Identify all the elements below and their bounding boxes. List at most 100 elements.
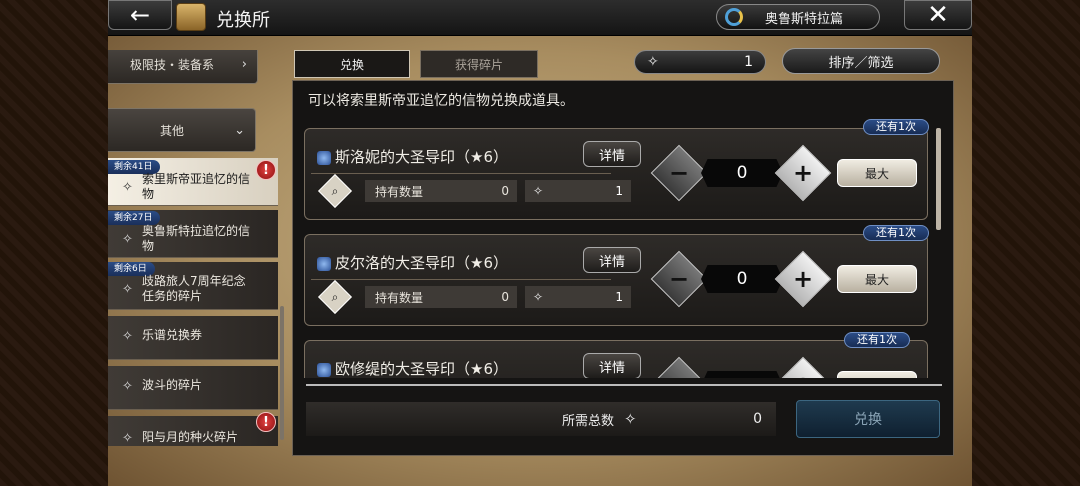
minus-icon: − xyxy=(669,371,689,378)
max-button[interactable] xyxy=(837,371,917,378)
close-button[interactable]: ✕ xyxy=(904,0,972,30)
remaining-badge: 还有1次 xyxy=(863,119,929,135)
chevron-down-icon: ⌄ xyxy=(234,122,245,138)
crystal-icon: ✧ xyxy=(122,180,133,195)
sidebar-category-other[interactable]: 其他 ⌄ xyxy=(108,108,256,152)
plus-icon: + xyxy=(792,158,814,187)
divider xyxy=(311,173,611,174)
back-button[interactable]: ← xyxy=(108,0,172,30)
increase-button[interactable]: + xyxy=(774,250,832,308)
plus-icon: + xyxy=(792,264,814,293)
held-label: 持有数量 xyxy=(375,184,424,199)
magnifier-icon[interactable]: ⌕ xyxy=(318,174,352,208)
decrease-button[interactable]: − xyxy=(650,250,708,308)
sidebar-item-label: 奥鲁斯特拉追忆的信物 xyxy=(142,224,251,253)
exchange-item-card: 还有1次 皮尔洛的大圣导印（★6） 详情 ⌕ 持有数量 0 ✧ 1 − 0 + 最大 xyxy=(304,225,929,326)
detail-label: 详情 xyxy=(598,254,625,270)
sidebar-category-label: 其他 xyxy=(160,123,185,138)
decrease-button[interactable]: − xyxy=(650,356,708,378)
magnifier-icon[interactable]: ⌕ xyxy=(318,280,352,314)
increase-button[interactable]: + xyxy=(774,356,832,378)
story-label: 奥鲁斯特拉篇 xyxy=(765,11,844,27)
tab-exchange[interactable]: 兑换 xyxy=(294,50,410,78)
list-scrollbar[interactable] xyxy=(936,128,941,230)
max-label: 最大 xyxy=(864,272,889,287)
quantity-display: 0 xyxy=(701,159,783,187)
detail-label: 详情 xyxy=(598,360,625,376)
quantity-display xyxy=(701,371,783,378)
crystal-icon: ✧ xyxy=(533,184,544,198)
minus-icon: − xyxy=(668,264,690,293)
sidebar-item-orsterra[interactable]: 剩余27日 ✧ 奥鲁斯特拉追忆的信物 xyxy=(108,210,278,258)
story-cycle-icon xyxy=(725,8,743,26)
decrease-button[interactable]: − xyxy=(650,144,708,202)
currency-count: 1 xyxy=(744,54,753,70)
exchange-description: 可以将索里斯帝亚追忆的信物兑换成道具。 xyxy=(308,93,574,109)
plus-icon: + xyxy=(793,371,813,378)
exchange-item-card: 欧修缇的大圣导印（★6） 详情 − + xyxy=(304,340,928,378)
max-button[interactable]: 最大 xyxy=(837,265,917,293)
max-label: 最大 xyxy=(864,166,889,181)
cost-value: 1 xyxy=(615,290,623,304)
crystal-icon: ✧ xyxy=(122,378,133,394)
cost-display: ✧ 1 xyxy=(525,286,631,308)
held-label: 持有数量 xyxy=(375,290,424,305)
crystal-icon: ✧ xyxy=(647,54,659,70)
sidebar-item-label: 歧路旅人7周年纪念任务的碎片 xyxy=(142,274,246,303)
left-border xyxy=(0,0,108,486)
tab-shards[interactable]: 获得碎片 xyxy=(420,50,538,78)
days-left-badge: 剩余27日 xyxy=(108,211,161,225)
crystal-icon: ✧ xyxy=(122,328,133,344)
sidebar-item-score-ticket[interactable]: ✧ 乐谱兑换券 xyxy=(108,316,278,360)
sidebar-item-soristia[interactable]: 剩余41日 ✧ 索里斯帝亚追忆的信物 xyxy=(108,158,278,206)
total-label: 所需总数 xyxy=(562,413,615,429)
sidebar-item-sun-moon-shards[interactable]: ✧ 阳与月的种火碎片 xyxy=(108,416,278,446)
detail-button[interactable]: 详情 xyxy=(583,141,641,167)
gem-icon xyxy=(317,257,331,271)
tab-label: 兑换 xyxy=(339,57,364,72)
category-sidebar: 极限技・装备系 › 其他 ⌄ 剩余41日 ✧ 索里斯帝亚追忆的信物 ! 剩余27… xyxy=(108,50,284,446)
back-arrow-icon: ← xyxy=(129,1,151,29)
alert-icon: ! xyxy=(256,412,276,432)
shop-icon xyxy=(176,3,206,31)
crystal-icon: ✧ xyxy=(122,430,133,446)
gem-icon xyxy=(317,363,331,377)
sidebar-item-wave-shards[interactable]: ✧ 波斗的碎片 xyxy=(108,366,278,410)
increase-button[interactable]: + xyxy=(774,144,832,202)
cost-display: ✧ 1 xyxy=(525,180,631,202)
crystal-icon: ✧ xyxy=(624,410,637,428)
held-value: 0 xyxy=(501,290,509,304)
chevron-right-icon: › xyxy=(241,56,247,72)
divider xyxy=(311,279,611,280)
crystal-icon: ✧ xyxy=(122,232,133,247)
crystal-icon: ✧ xyxy=(533,290,544,304)
right-border xyxy=(972,0,1080,486)
detail-label: 详情 xyxy=(598,148,625,164)
sidebar-scrollbar[interactable] xyxy=(280,306,284,440)
sidebar-category-limit-equip[interactable]: 极限技・装备系 › xyxy=(108,50,258,84)
crystal-icon: ✧ xyxy=(122,282,133,297)
remaining-badge: 还有1次 xyxy=(844,332,910,348)
item-name: 斯洛妮的大圣导印（★6） xyxy=(335,148,508,166)
item-name: 皮尔洛的大圣导印（★6） xyxy=(335,254,508,272)
minus-icon: − xyxy=(668,158,690,187)
currency-counter: ✧ 1 xyxy=(634,50,766,74)
page-title: 兑换所 xyxy=(216,10,270,31)
max-button[interactable]: 最大 xyxy=(837,159,917,187)
story-switch-button[interactable]: 奥鲁斯特拉篇 xyxy=(716,4,880,30)
held-count: 持有数量 0 xyxy=(365,180,517,202)
detail-button[interactable]: 详情 xyxy=(583,353,641,378)
gem-icon xyxy=(317,151,331,165)
sidebar-item-label: 乐谱兑换券 xyxy=(142,328,203,342)
detail-button[interactable]: 详情 xyxy=(583,247,641,273)
item-name: 欧修缇的大圣导印（★6） xyxy=(335,360,508,378)
total-value: 0 xyxy=(753,411,762,427)
exchange-button[interactable]: 兑换 xyxy=(796,400,940,438)
sort-filter-button[interactable]: 排序／筛选 xyxy=(782,48,940,74)
sort-filter-label: 排序／筛选 xyxy=(828,55,894,71)
sidebar-item-label: 阳与月的种火碎片 xyxy=(142,430,239,444)
remaining-badge: 还有1次 xyxy=(863,225,929,241)
held-value: 0 xyxy=(501,184,509,198)
sidebar-item-7th-anniversary[interactable]: 剩余6日 ✧ 歧路旅人7周年纪念任务的碎片 xyxy=(108,262,278,310)
exchange-button-label: 兑换 xyxy=(854,412,882,428)
